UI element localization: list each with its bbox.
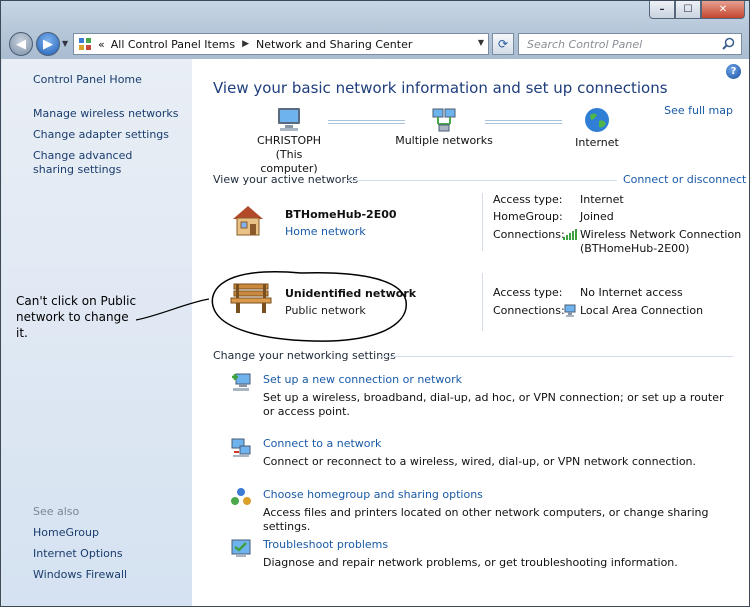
- section-divider: [347, 180, 617, 181]
- access-type-label: Access type:: [493, 193, 563, 206]
- back-button[interactable]: ◀: [9, 32, 33, 56]
- wireless-connection-link[interactable]: Wireless Network Connection (BTHomeHub-2…: [580, 228, 741, 256]
- control-panel-icon: [78, 37, 92, 51]
- wireless-signal-icon: [563, 229, 577, 243]
- sidebar-item-control-panel-home[interactable]: Control Panel Home: [33, 73, 142, 87]
- forward-button[interactable]: ▶: [36, 32, 60, 56]
- connect-to-network-link[interactable]: Connect to a network: [263, 437, 381, 450]
- computer-name: CHRISTOPH: [256, 134, 322, 147]
- sidebar-item-internet-options[interactable]: Internet Options: [33, 547, 123, 561]
- navigation-bar: ◀ ▶ ▼ « All Control Panel Items ▶ Networ…: [1, 29, 749, 59]
- troubleshoot-link[interactable]: Troubleshoot problems: [263, 538, 388, 551]
- homegroup-sharing-desc: Access files and printers located on oth…: [263, 506, 709, 533]
- window-controls: – ☐ ✕: [649, 1, 745, 19]
- homegroup-label: HomeGroup:: [493, 210, 563, 223]
- sidebar-item-advanced-sharing[interactable]: Change advanced sharing settings: [33, 149, 173, 177]
- troubleshoot-icon: [230, 537, 252, 559]
- internet-label: Internet: [575, 136, 619, 149]
- new-connection-icon: [230, 371, 252, 393]
- access-type-value: Internet: [580, 193, 624, 206]
- breadcrumb-separator-icon[interactable]: ▶: [242, 39, 249, 49]
- recent-pages-dropdown-icon[interactable]: ▼: [62, 39, 68, 48]
- address-dropdown-icon[interactable]: ▼: [478, 38, 484, 47]
- forward-arrow-icon: ▶: [43, 36, 53, 52]
- connect-or-disconnect-link[interactable]: Connect or disconnect: [623, 173, 746, 186]
- help-icon[interactable]: ?: [726, 64, 741, 79]
- troubleshoot-desc: Diagnose and repair network problems, or…: [263, 556, 678, 569]
- setup-connection-link[interactable]: Set up a new connection or network: [263, 373, 462, 386]
- homegroup-icon: [230, 486, 252, 508]
- map-multiple-networks[interactable]: Multiple networks: [394, 106, 494, 148]
- breadcrumb-overflow[interactable]: «: [98, 38, 105, 51]
- network-type-home-link[interactable]: Home network: [285, 225, 366, 238]
- setup-connection-desc-line2: point.: [318, 405, 350, 418]
- connections-label: Connections:: [493, 304, 565, 317]
- wireless-connection-name: Wireless Network Connection: [580, 228, 742, 241]
- map-internet[interactable]: Internet: [557, 106, 637, 150]
- house-icon: [230, 202, 266, 241]
- globe-icon: [557, 106, 637, 134]
- sidebar-item-change-adapter[interactable]: Change adapter settings: [33, 128, 169, 142]
- see-full-map-link[interactable]: See full map: [664, 104, 733, 117]
- active-networks-heading: View your active networks: [213, 173, 359, 186]
- breadcrumb-network-center[interactable]: Network and Sharing Center: [256, 38, 412, 51]
- annotation-note: Can't click on Public network to change …: [16, 293, 141, 341]
- computer-caption: (This computer): [260, 148, 318, 175]
- address-bar[interactable]: « All Control Panel Items ▶ Network and …: [73, 33, 489, 55]
- connect-network-icon: [230, 436, 252, 458]
- network-name-unidentified: Unidentified network: [285, 287, 417, 300]
- network-icon: [394, 106, 494, 134]
- computer-icon: [249, 106, 329, 134]
- sidebar-item-windows-firewall[interactable]: Windows Firewall: [33, 568, 127, 582]
- local-area-connection-link[interactable]: Local Area Connection: [580, 304, 703, 318]
- network-divider: [482, 193, 483, 251]
- page-title: View your basic network information and …: [213, 79, 668, 97]
- sidebar-item-homegroup[interactable]: HomeGroup: [33, 526, 99, 540]
- access-type-value: No Internet access: [580, 286, 683, 299]
- main-content: ? View your basic network information an…: [192, 59, 749, 606]
- network-type-public: Public network: [285, 304, 366, 317]
- setup-connection-desc: Set up a wireless, broadband, dial-up, a…: [263, 391, 733, 419]
- section-divider: [380, 356, 733, 357]
- control-panel-window: – ☐ ✕ ◀ ▶ ▼ « All Control Panel Items ▶ …: [0, 0, 750, 607]
- search-input[interactable]: Search Control Panel: [518, 33, 742, 55]
- access-type-label: Access type:: [493, 286, 563, 299]
- see-also-heading: See also: [33, 505, 80, 518]
- homegroup-joined-link[interactable]: Joined: [580, 210, 614, 224]
- search-icon[interactable]: [722, 37, 735, 53]
- map-this-computer[interactable]: CHRISTOPH (This computer): [249, 106, 329, 176]
- park-bench-icon: [230, 280, 272, 317]
- multiple-networks-label: Multiple networks: [395, 134, 493, 147]
- settings-heading: Change your networking settings: [213, 349, 396, 362]
- search-placeholder: Search Control Panel: [527, 37, 643, 51]
- refresh-button[interactable]: ⟳: [492, 33, 514, 55]
- map-link-line: [485, 120, 562, 124]
- annotation-text: Can't click on Public network to change …: [16, 294, 137, 340]
- back-arrow-icon: ◀: [16, 36, 26, 52]
- close-button[interactable]: ✕: [701, 1, 745, 19]
- sidebar-item-manage-wireless[interactable]: Manage wireless networks: [33, 107, 178, 121]
- connect-to-network-desc: Connect or reconnect to a wireless, wire…: [263, 455, 697, 468]
- connections-label: Connections:: [493, 228, 565, 241]
- network-divider: [482, 273, 483, 331]
- network-name-home: BTHomeHub-2E00: [285, 208, 397, 221]
- minimize-button[interactable]: –: [649, 1, 675, 19]
- refresh-icon: ⟳: [497, 37, 509, 51]
- breadcrumb-all-items[interactable]: All Control Panel Items: [111, 38, 235, 51]
- maximize-button[interactable]: ☐: [675, 1, 701, 19]
- title-bar: – ☐ ✕: [1, 1, 749, 27]
- wireless-connection-ssid: (BTHomeHub-2E00): [580, 242, 690, 255]
- ethernet-icon: [564, 304, 576, 320]
- homegroup-sharing-link[interactable]: Choose homegroup and sharing options: [263, 488, 483, 501]
